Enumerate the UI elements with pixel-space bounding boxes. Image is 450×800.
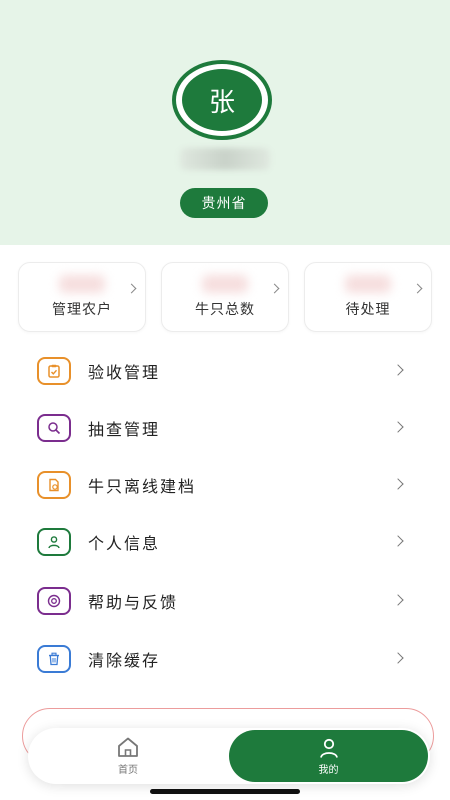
menu-item-clear-cache[interactable]: 清除缓存 <box>20 630 432 687</box>
stat-value-redacted <box>59 275 105 293</box>
tab-mine[interactable]: 我的 <box>229 730 428 782</box>
menu-label: 清除缓存 <box>88 650 161 670</box>
search-icon <box>37 413 71 442</box>
user-icon <box>319 738 338 758</box>
chevron-right-icon <box>126 283 137 294</box>
stat-value-redacted <box>345 275 391 293</box>
stat-card-cattle[interactable]: 牛只总数 <box>161 262 289 332</box>
stat-value-redacted <box>202 275 248 293</box>
home-indicator <box>150 789 300 794</box>
menu-item-help-feedback[interactable]: 帮助与反馈 <box>20 572 432 629</box>
tab-mine-label: 我的 <box>318 764 339 776</box>
menu-label: 验收管理 <box>88 362 161 382</box>
menu-item-acceptance[interactable]: 验收管理 <box>20 342 432 399</box>
menu-label: 个人信息 <box>88 533 161 553</box>
tab-home-label: 首页 <box>118 765 138 776</box>
avatar-ring: 张 <box>172 60 272 140</box>
trash-icon <box>37 644 71 673</box>
menu-label: 抽查管理 <box>88 419 161 439</box>
lifebuoy-icon <box>37 586 71 615</box>
stat-label: 待处理 <box>345 302 391 318</box>
avatar[interactable]: 张 <box>182 69 262 131</box>
chevron-right-icon <box>392 652 404 664</box>
chevron-right-icon <box>392 478 404 490</box>
tab-home[interactable]: 首页 <box>88 734 168 778</box>
province-badge: 贵州省 <box>180 188 268 218</box>
menu-item-offline-filing[interactable]: 牛只离线建档 <box>20 456 432 513</box>
user-icon <box>37 527 71 556</box>
stat-label: 牛只总数 <box>195 302 255 318</box>
menu-label: 帮助与反馈 <box>88 592 179 612</box>
home-icon <box>118 737 138 757</box>
stat-card-farmers[interactable]: 管理农户 <box>18 262 146 332</box>
chevron-right-icon <box>392 421 404 433</box>
bottom-tab-bar: 首页 我的 <box>28 728 430 784</box>
profile-header: 张 贵州省 <box>0 0 450 245</box>
stat-label: 管理农户 <box>52 302 112 318</box>
chevron-right-icon <box>269 283 280 294</box>
menu-label: 牛只离线建档 <box>88 476 197 496</box>
offline-file-icon <box>37 470 71 499</box>
clipboard-check-icon <box>37 356 71 385</box>
stat-card-pending[interactable]: 待处理 <box>304 262 432 332</box>
chevron-right-icon <box>412 283 423 294</box>
chevron-right-icon <box>392 535 404 547</box>
menu-item-personal-info[interactable]: 个人信息 <box>20 513 432 570</box>
menu-item-spot-check[interactable]: 抽查管理 <box>20 399 432 456</box>
chevron-right-icon <box>392 594 404 606</box>
user-name-redacted <box>180 148 270 170</box>
chevron-right-icon <box>392 364 404 376</box>
